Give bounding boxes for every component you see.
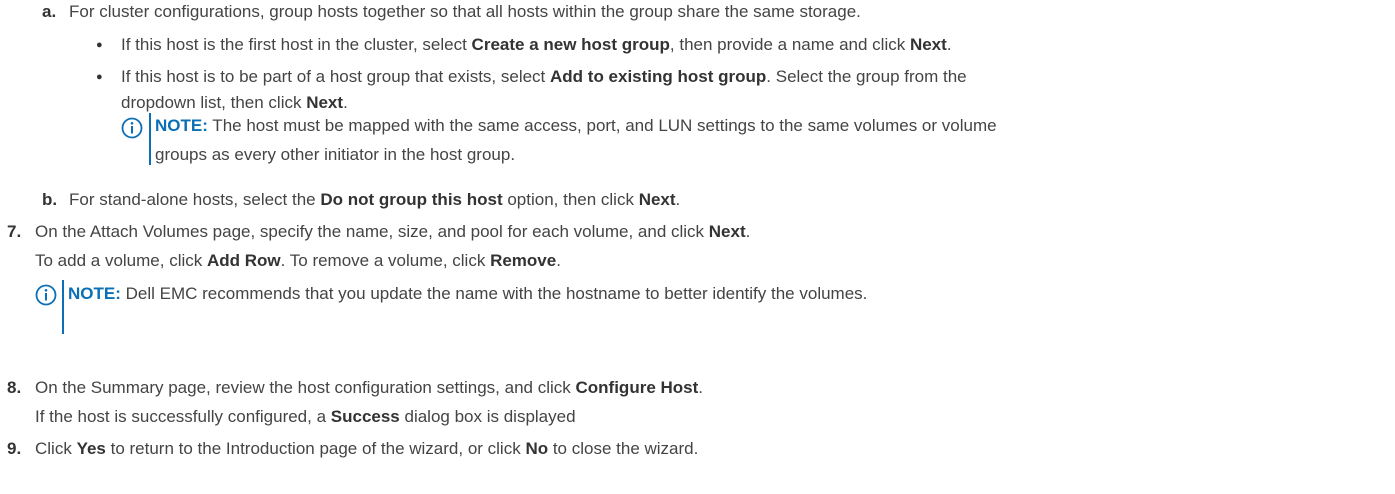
note-divider [62, 280, 64, 334]
info-circle-icon [35, 284, 57, 306]
note-1-text: groups as every other initiator in the h… [155, 145, 516, 164]
note-2-line: NOTE: Dell EMC recommends that you updat… [68, 283, 867, 305]
step-7-subtext-part: To add a volume, click [35, 251, 207, 270]
no-label: No [525, 439, 549, 458]
bullet-1-text-part: , then provide a name and click [669, 35, 910, 54]
step-8-subtext-part: If the host is successfully configured, … [35, 407, 331, 426]
step-7-marker: 7. [7, 222, 22, 241]
note-1-line1: NOTE: The host must be mapped with the s… [155, 115, 997, 137]
configure-host-label: Configure Host [575, 378, 699, 397]
step-7-text: On the Attach Volumes page, specify the … [35, 221, 750, 243]
bullet-1-text-part: If this host is the first host in the cl… [121, 35, 472, 54]
note-2-text: Dell EMC recommends that you update the … [120, 284, 868, 303]
bullet-2-text-part: dropdown list, then click [121, 93, 307, 112]
step-9-text: Click Yes to return to the Introduction … [35, 438, 698, 460]
step-b-text: For stand-alone hosts, select the Do not… [69, 189, 680, 211]
step-8-text-part: . [698, 378, 704, 397]
step-b-text-part: option, then click [502, 190, 639, 209]
step-a-text: For cluster configurations, group hosts … [69, 1, 861, 23]
bullet-2-text-part: If this host is to be part of a host gro… [121, 67, 551, 86]
bullet-dot: ● [96, 71, 103, 83]
bullet-2-text-line1: If this host is to be part of a host gro… [121, 66, 967, 88]
step-a-marker: a. [42, 2, 57, 21]
step-b-text-part: . [675, 190, 681, 209]
remove-label: Remove [490, 251, 557, 270]
note-divider [149, 113, 151, 165]
next-label: Next [708, 222, 746, 241]
step-9-marker: 9. [7, 439, 22, 458]
step-b-text-part: For stand-alone hosts, select the [69, 190, 321, 209]
step-9-text-part: to close the wizard. [548, 439, 699, 458]
bullet-dot: ● [96, 39, 103, 51]
note-1-line2: groups as every other initiator in the h… [155, 144, 515, 166]
step-8-marker: 8. [7, 378, 22, 397]
step-9-text-part: Click [35, 439, 77, 458]
bullet-2-text-part: . Select the group from the [766, 67, 967, 86]
step-a-text-span: For cluster configurations, group hosts … [69, 2, 861, 21]
step-7-subtext: To add a volume, click Add Row. To remov… [35, 250, 561, 272]
note-label: NOTE: [68, 284, 121, 303]
step-7-subtext-part: . To remove a volume, click [280, 251, 491, 270]
success-label: Success [330, 407, 400, 426]
step-7-subtext-part: . [556, 251, 561, 270]
step-7-text-part: On the Attach Volumes page, specify the … [35, 222, 709, 241]
step-8-text: On the Summary page, review the host con… [35, 377, 703, 399]
step-8-subtext-part: dialog box is displayed [399, 407, 576, 426]
next-label: Next [909, 35, 947, 54]
bullet-1-text-part: . [946, 35, 952, 54]
step-8-subtext: If the host is successfully configured, … [35, 406, 576, 428]
add-row-label: Add Row [206, 251, 281, 270]
bullet-2-text-part: . [343, 93, 348, 112]
next-label: Next [638, 190, 676, 209]
step-7-text-part: . [745, 222, 751, 241]
step-b-marker: b. [42, 190, 58, 209]
bullet-1-text: If this host is the first host in the cl… [121, 34, 952, 56]
next-label: Next [306, 93, 344, 112]
bullet-2-text-line2: dropdown list, then click Next. [121, 92, 348, 114]
note-label: NOTE: [155, 116, 208, 135]
create-new-host-group-label: Create a new host group [471, 35, 670, 54]
step-8-text-part: On the Summary page, review the host con… [35, 378, 576, 397]
yes-label: Yes [76, 439, 106, 458]
do-not-group-label: Do not group this host [320, 190, 503, 209]
note-1-text: The host must be mapped with the same ac… [207, 116, 997, 135]
info-circle-icon [121, 117, 143, 139]
step-9-text-part: to return to the Introduction page of th… [105, 439, 526, 458]
add-to-existing-host-group-label: Add to existing host group [550, 67, 767, 86]
